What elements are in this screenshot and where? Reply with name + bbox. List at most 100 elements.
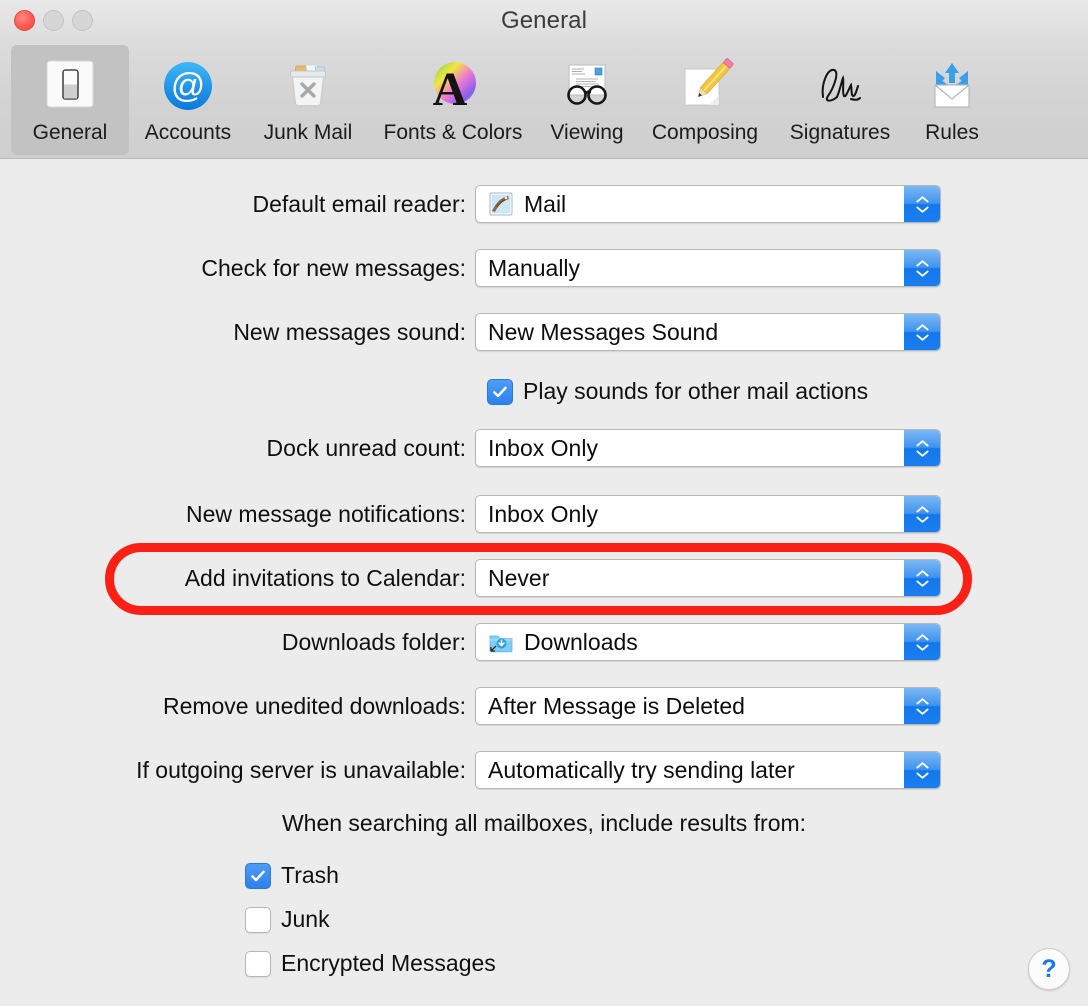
popup-value-add-invitations-to-calendar: Never [488, 564, 550, 591]
popup-check-for-new-messages[interactable]: Manually [475, 249, 941, 287]
svg-text:@: @ [171, 67, 206, 105]
tab-junk-mail[interactable]: Junk Mail [247, 45, 369, 155]
row-downloads-folder: Downloads folder: Downloads [0, 623, 1088, 661]
checkmark-icon [493, 386, 507, 397]
tab-junk-mail-label: Junk Mail [263, 121, 353, 144]
popup-value-wrap: Never [476, 565, 549, 592]
popup-new-messages-sound[interactable]: New Messages Sound [475, 313, 941, 351]
chevron-up-icon [915, 761, 929, 768]
svg-text:A: A [433, 63, 468, 115]
mail-preferences-window: General General @ Accounts Junk Mail A F… [0, 0, 1088, 1006]
tab-viewing-label: Viewing [550, 121, 624, 144]
checkbox-trash-label: Trash [281, 862, 339, 888]
window-titlebar: General [0, 0, 1088, 42]
tab-accounts[interactable]: @ Accounts [129, 45, 247, 155]
signature-icon [807, 53, 873, 119]
tab-general-label: General [32, 121, 108, 144]
mail-app-icon [488, 191, 514, 217]
popup-stepper[interactable] [904, 250, 940, 286]
chevron-up-icon [915, 195, 929, 202]
help-button[interactable]: ? [1028, 948, 1070, 990]
label-add-invitations-to-calendar: Add invitations to Calendar: [184, 564, 466, 591]
popup-value-dock-unread-count: Inbox Only [488, 434, 598, 461]
checkbox-encrypted-messages-row[interactable]: Encrypted Messages [245, 950, 496, 977]
popup-stepper[interactable] [904, 186, 940, 222]
popup-default-email-reader[interactable]: Mail [475, 185, 941, 223]
popup-stepper[interactable] [904, 430, 940, 466]
tab-fonts-and-colors-label: Fonts & Colors [383, 121, 523, 144]
general-preferences-pane: Default email reader: Mail Check for new… [0, 159, 1088, 1006]
row-new-message-notifications: New message notifications: Inbox Only [0, 495, 1088, 533]
popup-value-wrap: New Messages Sound [476, 319, 718, 346]
tab-accounts-label: Accounts [144, 121, 232, 144]
popup-stepper[interactable] [904, 496, 940, 532]
popup-value-wrap: After Message is Deleted [476, 693, 745, 720]
checkbox-play-sounds[interactable] [487, 378, 513, 405]
chevron-down-icon [915, 772, 929, 779]
eyeglasses-mail-icon [554, 53, 620, 119]
chevron-up-icon [915, 439, 929, 446]
tab-composing-label: Composing [651, 121, 759, 144]
chevron-up-icon [915, 569, 929, 576]
font-color-a-icon: A [420, 53, 486, 119]
chevron-down-icon [915, 580, 929, 587]
row-outgoing-server-unavailable: If outgoing server is unavailable: Autom… [0, 751, 1088, 789]
chevron-down-icon [915, 334, 929, 341]
popup-value-wrap: Inbox Only [476, 501, 598, 528]
popup-value-default-email-reader: Mail [524, 190, 567, 217]
label-default-email-reader: Default email reader: [252, 190, 467, 217]
chevron-down-icon [915, 270, 929, 277]
label-dock-unread-count: Dock unread count: [266, 434, 466, 461]
popup-value-downloads-folder: Downloads [524, 628, 638, 655]
popup-stepper[interactable] [904, 688, 940, 724]
row-add-invitations-to-calendar: Add invitations to Calendar: Never [0, 559, 1088, 597]
checkbox-encrypted-messages-label: Encrypted Messages [281, 950, 496, 976]
checkbox-play-sounds-row[interactable]: Play sounds for other mail actions [487, 378, 868, 405]
label-downloads-folder: Downloads folder: [281, 628, 466, 655]
row-new-messages-sound: New messages sound: New Messages Sound [0, 313, 1088, 351]
popup-dock-unread-count[interactable]: Inbox Only [475, 429, 941, 467]
downloads-folder-icon [488, 629, 514, 655]
popup-new-message-notifications[interactable]: Inbox Only [475, 495, 941, 533]
popup-stepper[interactable] [904, 624, 940, 660]
popup-stepper[interactable] [904, 314, 940, 350]
chevron-down-icon [915, 206, 929, 213]
tab-general[interactable]: General [11, 45, 129, 155]
popup-value-wrap: Manually [476, 255, 580, 282]
chevron-down-icon [915, 450, 929, 457]
label-new-messages-sound: New messages sound: [233, 318, 466, 345]
tab-signatures[interactable]: Signatures [773, 45, 907, 155]
chevron-up-icon [915, 505, 929, 512]
tab-rules[interactable]: Rules [907, 45, 997, 155]
pencil-paper-icon [672, 53, 738, 119]
checkbox-trash-row[interactable]: Trash [245, 862, 339, 889]
checkbox-encrypted-messages[interactable] [245, 950, 271, 977]
chevron-up-icon [915, 633, 929, 640]
checkbox-junk[interactable] [245, 906, 271, 933]
row-dock-unread-count: Dock unread count: Inbox Only [0, 429, 1088, 467]
label-remove-unedited-downloads: Remove unedited downloads: [162, 692, 466, 719]
chevron-up-icon [915, 259, 929, 266]
tab-composing[interactable]: Composing [637, 45, 773, 155]
tab-fonts-and-colors[interactable]: A Fonts & Colors [369, 45, 537, 155]
preferences-toolbar: General @ Accounts Junk Mail A Fonts & C… [0, 42, 1088, 159]
checkbox-junk-row[interactable]: Junk [245, 906, 330, 933]
popup-downloads-folder[interactable]: Downloads [475, 623, 941, 661]
popup-value-check-for-new-messages: Manually [488, 254, 581, 281]
popup-add-invitations-to-calendar[interactable]: Never [475, 559, 941, 597]
popup-stepper[interactable] [904, 560, 940, 596]
row-remove-unedited-downloads: Remove unedited downloads: After Message… [0, 687, 1088, 725]
popup-value-wrap: Inbox Only [476, 435, 598, 462]
popup-value-outgoing-server-unavailable: Automatically try sending later [488, 756, 795, 783]
popup-remove-unedited-downloads[interactable]: After Message is Deleted [475, 687, 941, 725]
popup-outgoing-server-unavailable[interactable]: Automatically try sending later [475, 751, 941, 789]
popup-stepper[interactable] [904, 752, 940, 788]
row-check-for-new-messages: Check for new messages: Manually [0, 249, 1088, 287]
trash-can-icon [275, 53, 341, 119]
checkbox-play-sounds-label: Play sounds for other mail actions [523, 378, 869, 404]
tab-signatures-label: Signatures [789, 121, 891, 144]
tab-viewing[interactable]: Viewing [537, 45, 637, 155]
checkbox-trash[interactable] [245, 862, 271, 889]
chevron-up-icon [915, 323, 929, 330]
checkmark-icon [251, 870, 265, 881]
